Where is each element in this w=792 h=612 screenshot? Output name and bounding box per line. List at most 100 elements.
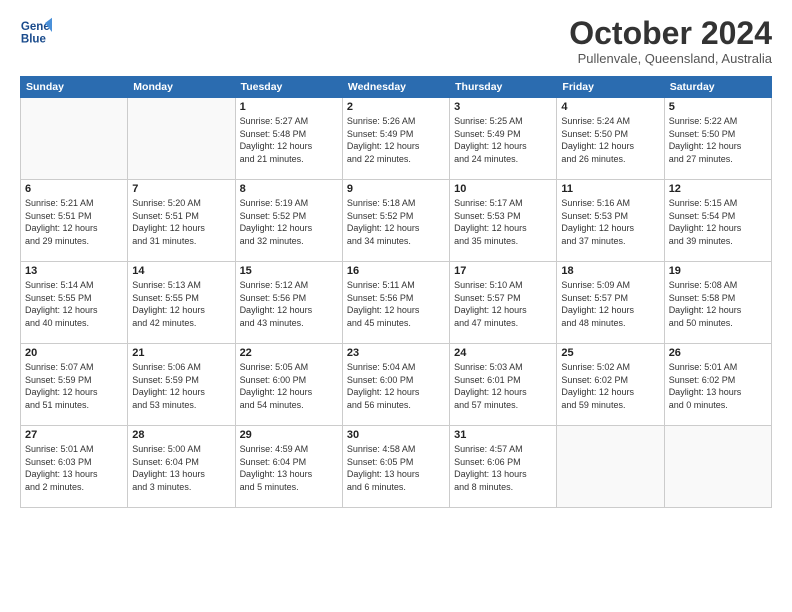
day-number: 28 (132, 429, 230, 441)
calendar-cell: 26 Sunrise: 5:01 AM Sunset: 6:02 PM Dayli… (664, 344, 771, 426)
calendar-cell: 13Sunrise: 5:14 AM Sunset: 5:55 PM Dayli… (21, 262, 128, 344)
day-info: Sunrise: 5:18 AM Sunset: 5:52 PM Dayligh… (347, 197, 445, 247)
location: Pullenvale, Queensland, Australia (569, 51, 772, 66)
day-number: 7 (132, 183, 230, 195)
day-info: Sunrise: 4:58 AM Sunset: 6:05 PM Dayligh… (347, 443, 445, 493)
day-info: Sunrise: 5:21 AM Sunset: 5:51 PM Dayligh… (25, 197, 123, 247)
calendar-cell: 23Sunrise: 5:04 AM Sunset: 6:00 PM Dayli… (342, 344, 449, 426)
day-info: Sunrise: 5:07 AM Sunset: 5:59 PM Dayligh… (25, 361, 123, 411)
day-info: Sunrise: 5:01 AM Sunset: 6:02 PM Dayligh… (669, 361, 767, 411)
day-number: 12 (669, 183, 767, 195)
calendar-week-4: 20Sunrise: 5:07 AM Sunset: 5:59 PM Dayli… (21, 344, 772, 426)
day-number: 30 (347, 429, 445, 441)
day-number: 26 (669, 347, 767, 359)
calendar-cell: 1 Sunrise: 5:27 AM Sunset: 5:48 PM Daylig… (235, 98, 342, 180)
day-number: 6 (25, 183, 123, 195)
day-number: 24 (454, 347, 552, 359)
day-number: 9 (347, 183, 445, 195)
calendar-cell: 2 Sunrise: 5:26 AM Sunset: 5:49 PM Daylig… (342, 98, 449, 180)
day-info: Sunrise: 5:00 AM Sunset: 6:04 PM Dayligh… (132, 443, 230, 493)
day-number: 17 (454, 265, 552, 277)
day-info: Sunrise: 5:01 AM Sunset: 6:03 PM Dayligh… (25, 443, 123, 493)
day-info: Sunrise: 5:15 AM Sunset: 5:54 PM Dayligh… (669, 197, 767, 247)
day-number: 21 (132, 347, 230, 359)
day-info: Sunrise: 5:03 AM Sunset: 6:01 PM Dayligh… (454, 361, 552, 411)
logo-icon: General Blue (20, 16, 52, 48)
calendar-cell: 12 Sunrise: 5:15 AM Sunset: 5:54 PM Dayli… (664, 180, 771, 262)
day-info: Sunrise: 5:10 AM Sunset: 5:57 PM Dayligh… (454, 279, 552, 329)
day-info: Sunrise: 5:19 AM Sunset: 5:52 PM Dayligh… (240, 197, 338, 247)
day-number: 25 (561, 347, 659, 359)
day-info: Sunrise: 5:27 AM Sunset: 5:48 PM Dayligh… (240, 115, 338, 165)
calendar-cell: 14 Sunrise: 5:13 AM Sunset: 5:55 PM Dayli… (128, 262, 235, 344)
calendar-cell: 17 Sunrise: 5:10 AM Sunset: 5:57 PM Dayli… (450, 262, 557, 344)
calendar-cell (664, 426, 771, 508)
calendar-cell: 6 Sunrise: 5:21 AM Sunset: 5:51 PM Daylig… (21, 180, 128, 262)
day-info: Sunrise: 5:05 AM Sunset: 6:00 PM Dayligh… (240, 361, 338, 411)
calendar-cell (21, 98, 128, 180)
header-wednesday: Wednesday (342, 77, 449, 98)
calendar-cell: 20Sunrise: 5:07 AM Sunset: 5:59 PM Dayli… (21, 344, 128, 426)
header: General Blue October 2024 Pullenvale, Qu… (20, 16, 772, 66)
day-info: Sunrise: 5:12 AM Sunset: 5:56 PM Dayligh… (240, 279, 338, 329)
title-area: October 2024 Pullenvale, Queensland, Aus… (569, 16, 772, 66)
calendar-week-5: 27Sunrise: 5:01 AM Sunset: 6:03 PM Dayli… (21, 426, 772, 508)
day-info: Sunrise: 5:20 AM Sunset: 5:51 PM Dayligh… (132, 197, 230, 247)
calendar-cell: 21 Sunrise: 5:06 AM Sunset: 5:59 PM Dayli… (128, 344, 235, 426)
calendar-week-3: 13Sunrise: 5:14 AM Sunset: 5:55 PM Dayli… (21, 262, 772, 344)
day-number: 31 (454, 429, 552, 441)
calendar-cell: 15 Sunrise: 5:12 AM Sunset: 5:56 PM Dayli… (235, 262, 342, 344)
calendar-cell: 28 Sunrise: 5:00 AM Sunset: 6:04 PM Dayli… (128, 426, 235, 508)
calendar-cell (128, 98, 235, 180)
calendar-cell: 19 Sunrise: 5:08 AM Sunset: 5:58 PM Dayli… (664, 262, 771, 344)
day-info: Sunrise: 5:25 AM Sunset: 5:49 PM Dayligh… (454, 115, 552, 165)
calendar: Sunday Monday Tuesday Wednesday Thursday… (20, 76, 772, 508)
day-info: Sunrise: 5:13 AM Sunset: 5:55 PM Dayligh… (132, 279, 230, 329)
day-info: Sunrise: 5:08 AM Sunset: 5:58 PM Dayligh… (669, 279, 767, 329)
day-info: Sunrise: 5:11 AM Sunset: 5:56 PM Dayligh… (347, 279, 445, 329)
day-number: 5 (669, 101, 767, 113)
day-number: 16 (347, 265, 445, 277)
calendar-cell: 29Sunrise: 4:59 AM Sunset: 6:04 PM Dayli… (235, 426, 342, 508)
day-info: Sunrise: 4:57 AM Sunset: 6:06 PM Dayligh… (454, 443, 552, 493)
calendar-cell: 24 Sunrise: 5:03 AM Sunset: 6:01 PM Dayli… (450, 344, 557, 426)
day-number: 14 (132, 265, 230, 277)
weekday-header-row: Sunday Monday Tuesday Wednesday Thursday… (21, 77, 772, 98)
day-number: 2 (347, 101, 445, 113)
calendar-cell: 30 Sunrise: 4:58 AM Sunset: 6:05 PM Dayli… (342, 426, 449, 508)
header-friday: Friday (557, 77, 664, 98)
calendar-cell: 5 Sunrise: 5:22 AM Sunset: 5:50 PM Daylig… (664, 98, 771, 180)
day-info: Sunrise: 5:02 AM Sunset: 6:02 PM Dayligh… (561, 361, 659, 411)
calendar-cell (557, 426, 664, 508)
day-number: 23 (347, 347, 445, 359)
header-tuesday: Tuesday (235, 77, 342, 98)
calendar-cell: 8 Sunrise: 5:19 AM Sunset: 5:52 PM Daylig… (235, 180, 342, 262)
header-sunday: Sunday (21, 77, 128, 98)
day-number: 8 (240, 183, 338, 195)
calendar-cell: 3 Sunrise: 5:25 AM Sunset: 5:49 PM Daylig… (450, 98, 557, 180)
day-number: 3 (454, 101, 552, 113)
calendar-cell: 27Sunrise: 5:01 AM Sunset: 6:03 PM Dayli… (21, 426, 128, 508)
day-number: 15 (240, 265, 338, 277)
day-info: Sunrise: 5:22 AM Sunset: 5:50 PM Dayligh… (669, 115, 767, 165)
day-number: 1 (240, 101, 338, 113)
day-number: 11 (561, 183, 659, 195)
day-info: Sunrise: 5:06 AM Sunset: 5:59 PM Dayligh… (132, 361, 230, 411)
day-info: Sunrise: 5:17 AM Sunset: 5:53 PM Dayligh… (454, 197, 552, 247)
header-thursday: Thursday (450, 77, 557, 98)
calendar-cell: 22Sunrise: 5:05 AM Sunset: 6:00 PM Dayli… (235, 344, 342, 426)
header-monday: Monday (128, 77, 235, 98)
calendar-cell: 4 Sunrise: 5:24 AM Sunset: 5:50 PM Daylig… (557, 98, 664, 180)
day-info: Sunrise: 5:26 AM Sunset: 5:49 PM Dayligh… (347, 115, 445, 165)
calendar-cell: 31 Sunrise: 4:57 AM Sunset: 6:06 PM Dayli… (450, 426, 557, 508)
day-number: 4 (561, 101, 659, 113)
calendar-cell: 7 Sunrise: 5:20 AM Sunset: 5:51 PM Daylig… (128, 180, 235, 262)
day-info: Sunrise: 4:59 AM Sunset: 6:04 PM Dayligh… (240, 443, 338, 493)
day-info: Sunrise: 5:24 AM Sunset: 5:50 PM Dayligh… (561, 115, 659, 165)
day-info: Sunrise: 5:16 AM Sunset: 5:53 PM Dayligh… (561, 197, 659, 247)
calendar-week-1: 1 Sunrise: 5:27 AM Sunset: 5:48 PM Daylig… (21, 98, 772, 180)
day-number: 13 (25, 265, 123, 277)
calendar-cell: 18Sunrise: 5:09 AM Sunset: 5:57 PM Dayli… (557, 262, 664, 344)
day-number: 19 (669, 265, 767, 277)
page: General Blue October 2024 Pullenvale, Qu… (0, 0, 792, 612)
